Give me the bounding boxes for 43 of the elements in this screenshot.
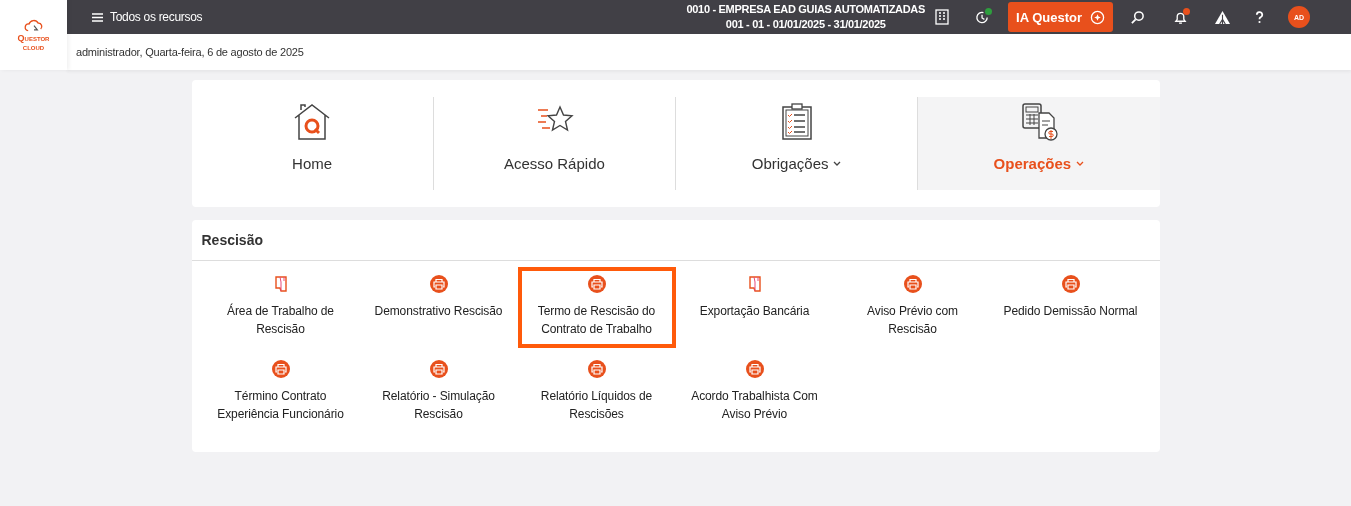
printer-icon (587, 275, 606, 293)
cloud-logo-icon (23, 18, 44, 34)
triangle-button[interactable] (1214, 9, 1231, 25)
report-link[interactable]: Aviso Prévio com Rescisão (833, 267, 992, 348)
report-link[interactable]: Acordo Trabalhista Com Aviso Prévio (675, 352, 834, 433)
search-icon (1130, 9, 1145, 25)
printer-icon (587, 360, 606, 378)
mountain-icon (1214, 9, 1231, 25)
all-resources-menu-button[interactable]: Todos os recursos (92, 10, 203, 24)
report-link[interactable]: Relatório Líquidos de Rescisões (517, 352, 676, 433)
printer-icon (745, 360, 764, 378)
ai-assistant-button[interactable]: IA Questor (1008, 2, 1113, 32)
section-title: Rescisão (191, 220, 1160, 261)
logo-text: cloud (22, 42, 45, 52)
report-link[interactable]: Exportação Bancária (675, 267, 834, 348)
clock-button[interactable] (975, 9, 990, 25)
clock-icon (975, 9, 990, 25)
building-icon (935, 9, 949, 25)
printer-icon (271, 360, 290, 378)
printer-icon (1061, 275, 1080, 293)
menu-icon (92, 12, 103, 22)
company-name: 0010 - EMPRESA EAD GUIAS AUTOMATIZADAS (686, 2, 925, 17)
help-icon (1255, 10, 1264, 24)
printer-icon (903, 275, 922, 293)
status-dot (985, 7, 992, 15)
search-button[interactable] (1130, 9, 1145, 25)
folder-icon (747, 275, 762, 293)
building-button[interactable] (935, 9, 949, 25)
logo-text: Questor (17, 33, 50, 43)
printer-icon (429, 360, 448, 378)
help-button[interactable] (1255, 10, 1264, 24)
sparkle-icon (1090, 9, 1105, 25)
report-link[interactable]: Área de Trabalho de Rescisão (201, 267, 360, 348)
report-link[interactable]: Termo de Rescisão do Contrato de Trabalho (517, 267, 676, 348)
notification-button[interactable] (1173, 9, 1188, 25)
printer-icon (429, 275, 448, 293)
report-link[interactable]: Demonstrativo Rescisão (359, 267, 518, 348)
report-link[interactable]: Relatório - Simulação Rescisão (359, 352, 518, 433)
report-link[interactable]: Término Contrato Experiência Funcionário (201, 352, 360, 433)
greeting-text: administrador, Quarta-feira, 6 de agosto de 2025 (67, 34, 1351, 70)
period-text: 001 - 01 - 01/01/2025 - 31/01/2025 (724, 17, 887, 32)
folder-icon (273, 275, 288, 293)
report-link[interactable]: Pedido Demissão Normal (991, 267, 1150, 348)
